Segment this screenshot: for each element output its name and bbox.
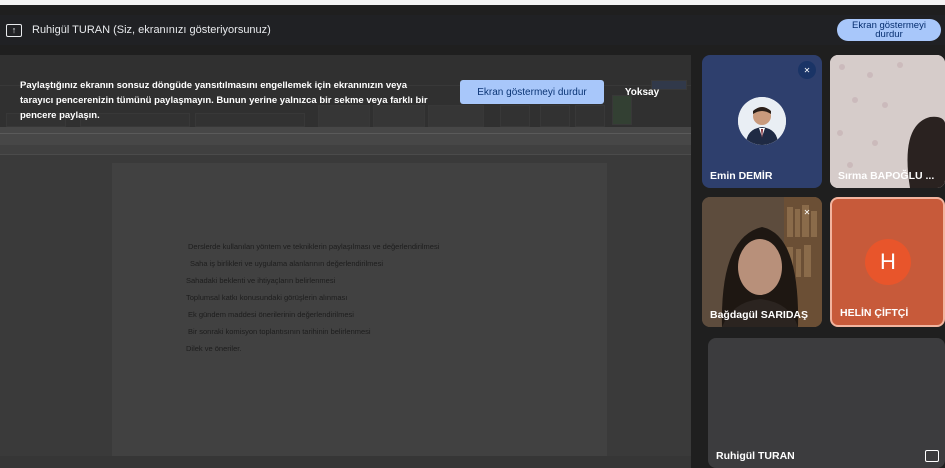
participant-name: Bağdagül SARIDAŞ — [710, 309, 809, 321]
participant-tile-sirma[interactable]: Sırma BAPOĞLU ... — [830, 55, 945, 188]
document-line: Toplumsal katkı konusundaki görüşlerin a… — [186, 293, 348, 302]
picture-in-picture-icon[interactable] — [925, 450, 939, 462]
document-line: Ek gündem maddesi önerilerinin değerlend… — [188, 310, 354, 319]
present-to-all-icon: ↑ — [6, 23, 22, 37]
document-line: Sahadaki beklenti ve ihtiyaçların belirl… — [186, 276, 336, 285]
document-line: Dilek ve öneriler. — [186, 344, 242, 353]
document-page: Derslerde kullanılan yöntem ve teknikler… — [112, 163, 607, 468]
participant-tile-emin[interactable]: ✕ Emin DEMİR — [702, 55, 822, 188]
participant-tile-self[interactable]: Ruhigül TURAN — [708, 338, 945, 468]
participant-name: Ruhigül TURAN — [716, 450, 795, 462]
document-status-bar — [0, 456, 691, 468]
shared-screen: Derslerde kullanılan yöntem ve teknikler… — [0, 55, 691, 468]
window-top-strip — [0, 0, 945, 5]
avatar — [738, 97, 786, 145]
presentation-title: Ruhigül TURAN (Siz, ekranınızı gösteriyo… — [32, 24, 271, 36]
participant-tile-bagdagul[interactable]: ✕ Bağdagül SARIDAŞ — [702, 197, 822, 327]
presentation-bar: ↑ Ruhigül TURAN (Siz, ekranınızı gösteri… — [0, 15, 945, 45]
avatar-initial: H — [880, 249, 896, 274]
mic-off-icon: ✕ — [798, 61, 816, 79]
document-line: Bir sonraki komisyon toplantısının tarih… — [188, 327, 371, 336]
dismiss-button[interactable]: Yoksay — [620, 80, 664, 104]
stop-presenting-button[interactable]: Ekran göstermeyi durdur — [837, 19, 941, 41]
banner-stop-presenting-button[interactable]: Ekran göstermeyi durdur — [460, 80, 604, 104]
participant-name: Sırma BAPOĞLU ... — [838, 170, 935, 182]
document-line: Derslerde kullanılan yöntem ve teknikler… — [188, 242, 440, 251]
participant-name: HELİN ÇİFTÇİ — [840, 307, 909, 319]
document-ruler — [0, 145, 691, 155]
avatar: H — [865, 239, 911, 285]
participant-name: Emin DEMİR — [710, 170, 773, 182]
participant-tile-helin[interactable]: H HELİN ÇİFTÇİ — [830, 197, 945, 327]
infinite-mirror-warning: Paylaştığınız ekranın sonsuz döngüde yan… — [0, 55, 691, 127]
warning-message: Paylaştığınız ekranın sonsuz döngüde yan… — [20, 80, 428, 121]
video-feed — [830, 55, 945, 188]
document-line: Saha iş birlikleri ve uygulama alanların… — [190, 259, 384, 268]
mic-off-icon: ✕ — [803, 207, 811, 217]
